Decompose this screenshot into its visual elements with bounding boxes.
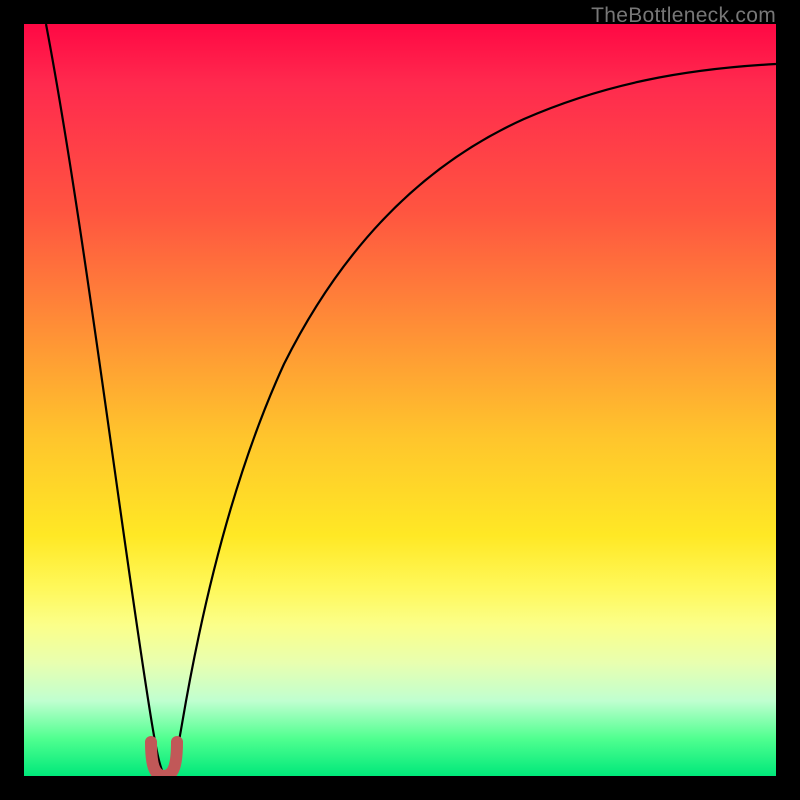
curve-svg (24, 24, 776, 776)
chart-area (24, 24, 776, 776)
bottleneck-curve-path (46, 24, 776, 776)
optimal-marker-path (151, 742, 177, 776)
